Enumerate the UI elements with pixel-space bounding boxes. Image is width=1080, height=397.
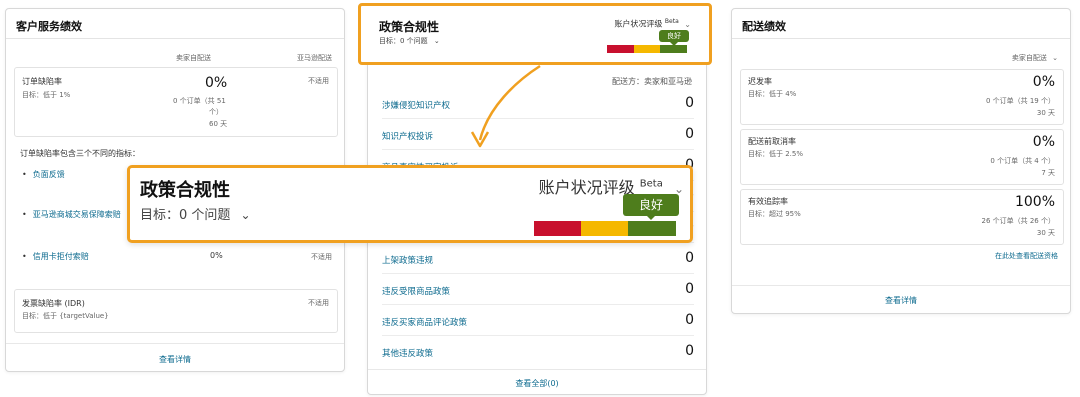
policy-item-ip-suspected[interactable]: 涉嫌侵犯知识产权 0 bbox=[382, 89, 694, 119]
policy-item-listing[interactable]: 上架政策违规 0 bbox=[382, 244, 694, 274]
col-amazon-header: 亚马逊配送 bbox=[297, 54, 332, 62]
rating-badge-small: 良好 bbox=[659, 30, 689, 46]
footer-divider bbox=[6, 343, 344, 344]
metric-detail: 0 个订单（共 4 个） bbox=[990, 157, 1055, 165]
shipping-metric-card: 迟发率 目标：低于 4% 0% 0 个订单（共 19 个） 30 天 bbox=[740, 69, 1064, 125]
zoom-target[interactable]: 目标：0 个问题 ⌄ bbox=[140, 204, 251, 223]
col-seller-header: 卖家自配送 bbox=[176, 54, 211, 62]
odr-detail-1: 0 个订单（共 51 bbox=[173, 97, 226, 105]
rating-segment-yellow bbox=[634, 45, 660, 53]
shipping-view-details[interactable]: 查看详情 bbox=[732, 295, 1070, 306]
idr-amazon-value: 不适用 bbox=[308, 299, 329, 307]
policy-item-value: 0 bbox=[685, 126, 694, 142]
metric-value: 0% bbox=[1032, 134, 1055, 150]
policy-target-text: 目标：0 个问题 bbox=[379, 37, 428, 45]
shipping-metric-card: 有效追踪率 目标：超过 95% 100% 26 个订单（共 26 个） 30 天 bbox=[740, 189, 1064, 245]
bullet-atoz-claims[interactable]: 亚马逊商城交易保障索赔 bbox=[22, 209, 121, 220]
customer-service-view-details[interactable]: 查看详情 bbox=[6, 354, 344, 365]
view-shipping-eligibility-link[interactable]: 在此处查看配送资格 bbox=[995, 251, 1058, 261]
metric-target: 目标：超过 95% bbox=[748, 210, 801, 218]
metric-label[interactable]: 配送前取消率 bbox=[748, 136, 796, 147]
chevron-down-icon: ⌄ bbox=[240, 208, 251, 222]
metric-period: 30 天 bbox=[1036, 109, 1055, 117]
metric-label[interactable]: 有效追踪率 bbox=[748, 196, 788, 207]
policy-item-label: 涉嫌侵犯知识产权 bbox=[382, 101, 451, 111]
bullet-negative-feedback[interactable]: 负面反馈 bbox=[22, 169, 65, 180]
chargeback-value: 0% bbox=[210, 251, 223, 260]
odr-detail-2: 个） bbox=[209, 108, 223, 116]
metric-detail: 0 个订单（共 19 个） bbox=[985, 97, 1055, 105]
policy-item-label: 知识产权投诉 bbox=[382, 132, 434, 142]
zoom-title: 政策合规性 bbox=[140, 180, 230, 201]
rating-bar-small bbox=[607, 45, 687, 53]
policy-header-highlight: 政策合规性 目标：0 个问题 ⌄ 账户状况评级 Beta ⌄ 良好 bbox=[358, 3, 712, 65]
customer-service-title: 客户服务绩效 bbox=[6, 9, 344, 39]
odr-target: 目标：低于 1% bbox=[22, 91, 71, 99]
metric-target: 目标：低于 4% bbox=[748, 90, 797, 98]
bullet-chargeback[interactable]: 信用卡拒付索赔 bbox=[22, 251, 89, 262]
odr-amazon-value: 不适用 bbox=[308, 77, 329, 85]
policy-item-label: 其他违反政策 bbox=[382, 349, 434, 359]
odr-value: 0% bbox=[205, 75, 228, 91]
chargeback-amazon-value: 不适用 bbox=[311, 253, 332, 261]
rating-segment-green bbox=[628, 221, 676, 236]
policy-zoom-callout: 政策合规性 目标：0 个问题 ⌄ 账户状况评级 Beta ⌄ 良好 bbox=[127, 165, 693, 243]
chevron-down-icon: ⌄ bbox=[1052, 54, 1058, 62]
chevron-down-icon: ⌄ bbox=[433, 37, 440, 45]
policy-item-restricted[interactable]: 违反受限商品政策 0 bbox=[382, 275, 694, 305]
policy-item-label: 违反买家商品评论政策 bbox=[382, 318, 468, 328]
rating-segment-green bbox=[660, 45, 687, 53]
rating-segment-red bbox=[607, 45, 634, 53]
odr-period: 60 天 bbox=[209, 120, 228, 128]
policy-item-other[interactable]: 其他违反政策 0 bbox=[382, 337, 694, 367]
fulfilled-by-label: 配送方：卖家和亚马逊 bbox=[612, 77, 692, 86]
chevron-down-icon: ⌄ bbox=[684, 19, 691, 29]
policy-item-value: 0 bbox=[685, 95, 694, 111]
zoom-rating-badge: 良好 bbox=[623, 194, 679, 220]
odr-label[interactable]: 订单缺陷率 bbox=[22, 76, 62, 87]
policy-target[interactable]: 目标：0 个问题 ⌄ bbox=[379, 36, 440, 46]
metric-target: 目标：低于 2.5% bbox=[748, 150, 804, 158]
odr-card: 订单缺陷率 目标：低于 1% 0% 0 个订单（共 51 个） 60 天 不适用 bbox=[14, 67, 338, 137]
shipping-footer-divider bbox=[732, 285, 1070, 286]
beta-tag: Beta bbox=[664, 18, 679, 25]
idr-label[interactable]: 发票缺陷率 (IDR) bbox=[22, 298, 85, 309]
metric-value: 0% bbox=[1032, 74, 1055, 90]
rating-segment-red bbox=[534, 221, 581, 236]
zoom-target-text: 目标：0 个问题 bbox=[140, 208, 231, 223]
rating-label-small[interactable]: 账户状况评级 Beta ⌄ bbox=[614, 18, 691, 30]
shipping-col-header[interactable]: 卖家自配送 ⌄ bbox=[1012, 53, 1058, 63]
policy-item-reviews[interactable]: 违反买家商品评论政策 0 bbox=[382, 306, 694, 336]
beta-tag: Beta bbox=[639, 178, 663, 190]
policy-title: 政策合规性 bbox=[379, 20, 440, 34]
odr-note: 订单缺陷率包含三个不同的指标： bbox=[20, 149, 140, 158]
policy-view-all[interactable]: 查看全部(0) bbox=[368, 378, 706, 389]
policy-item-label: 上架政策违规 bbox=[382, 256, 434, 266]
policy-item-value: 0 bbox=[685, 281, 694, 297]
rating-segment-yellow bbox=[581, 221, 628, 236]
policy-footer-divider bbox=[368, 369, 706, 370]
idr-card: 发票缺陷率 (IDR) 目标：低于 {targetValue} 不适用 bbox=[14, 289, 338, 333]
shipping-metric-card: 配送前取消率 目标：低于 2.5% 0% 0 个订单（共 4 个） 7 天 bbox=[740, 129, 1064, 185]
policy-item-label: 违反受限商品政策 bbox=[382, 287, 451, 297]
metric-value: 100% bbox=[1014, 194, 1055, 210]
metric-period: 30 天 bbox=[1036, 229, 1055, 237]
policy-item-value: 0 bbox=[685, 343, 694, 359]
policy-item-value: 0 bbox=[685, 312, 694, 328]
shipping-panel: 配送绩效 卖家自配送 ⌄ 迟发率 目标：低于 4% 0% 0 个订单（共 19 … bbox=[731, 8, 1071, 314]
metric-period: 7 天 bbox=[1041, 169, 1055, 177]
shipping-title: 配送绩效 bbox=[732, 9, 1070, 39]
zoom-rating-bar bbox=[534, 221, 676, 236]
idr-target: 目标：低于 {targetValue} bbox=[22, 312, 109, 320]
metric-label[interactable]: 迟发率 bbox=[748, 76, 772, 87]
policy-item-ip-complaints[interactable]: 知识产权投诉 0 bbox=[382, 120, 694, 150]
policy-item-value: 0 bbox=[685, 250, 694, 266]
metric-detail: 26 个订单（共 26 个） bbox=[981, 217, 1056, 225]
